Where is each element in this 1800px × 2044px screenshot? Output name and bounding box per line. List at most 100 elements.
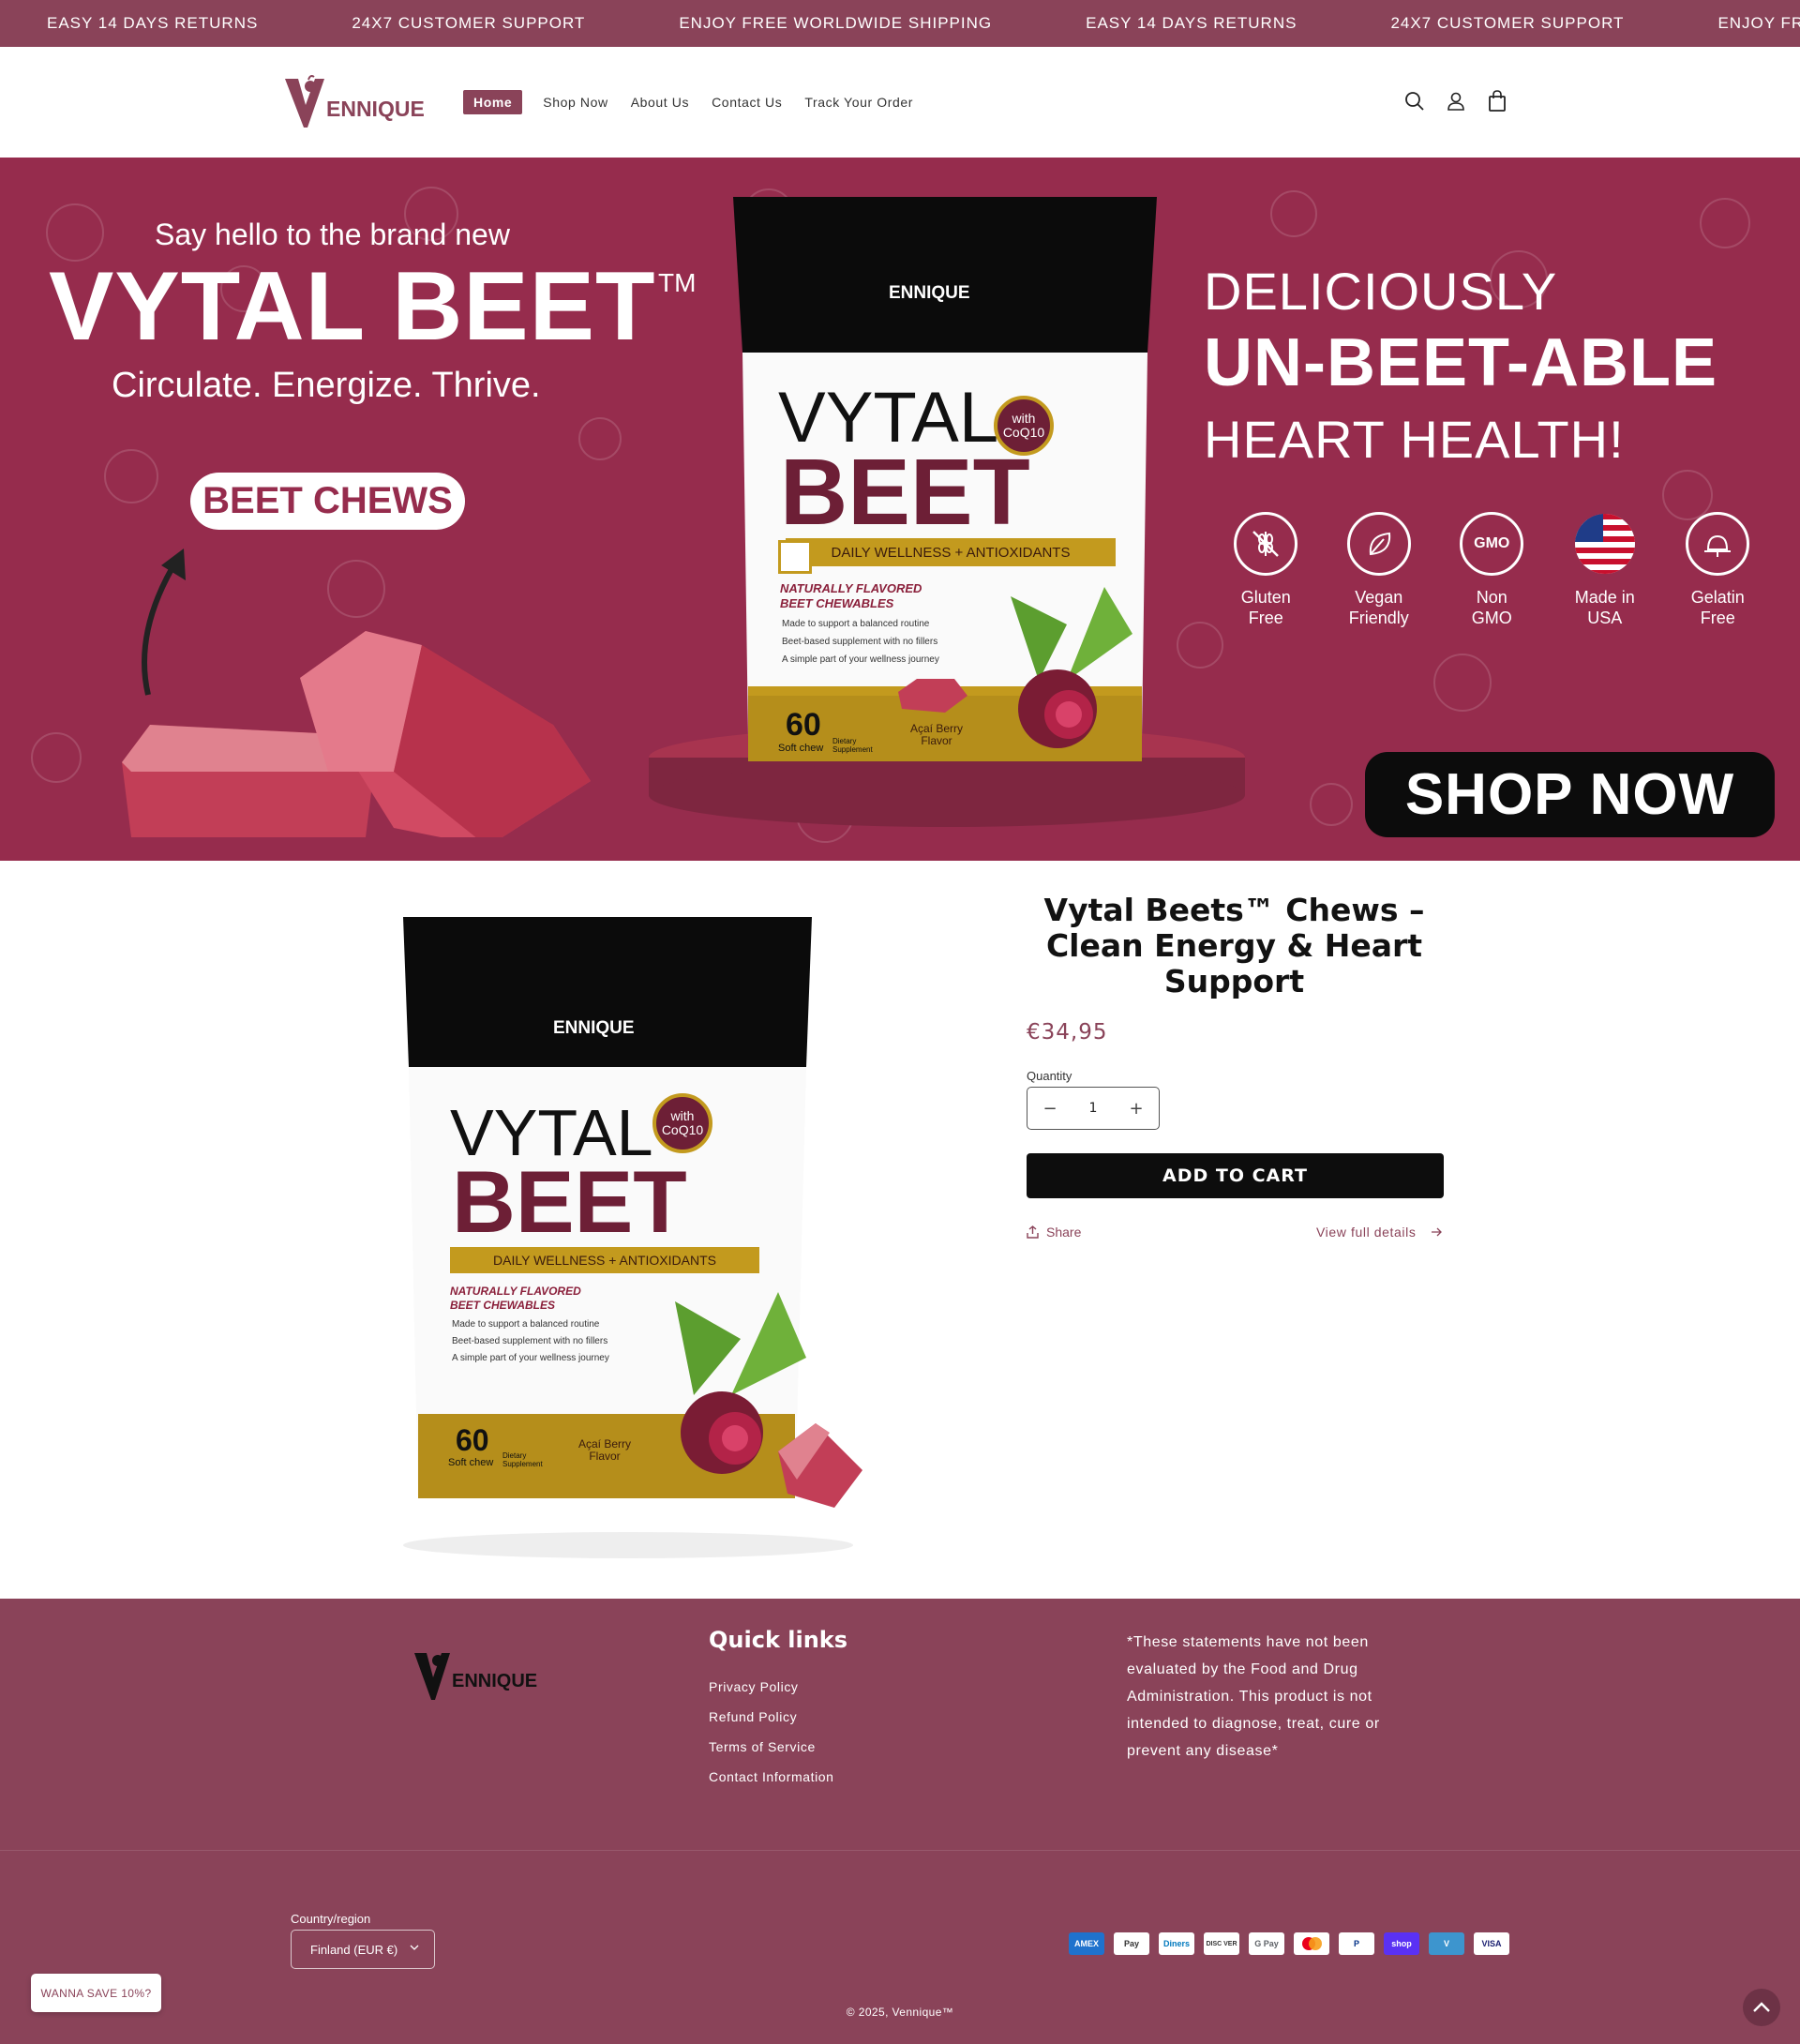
vennique-logo-icon: ENNIQUE bbox=[414, 1653, 537, 1700]
country-region-select[interactable]: Finland (EUR €) bbox=[291, 1930, 435, 1969]
beet-chews-image bbox=[122, 549, 591, 837]
chevron-down-icon bbox=[410, 1945, 419, 1950]
scroll-to-top-button[interactable] bbox=[1743, 1989, 1780, 2026]
badge-gluten-free: Gluten Free bbox=[1209, 512, 1323, 628]
announcement-message: EASY 14 DAYS RETURNS bbox=[1086, 14, 1298, 32]
badge-label: Gelatin Free bbox=[1690, 588, 1745, 627]
pouch-chewables: BEET CHEWABLES bbox=[450, 1299, 556, 1312]
quick-links-heading: Quick links bbox=[709, 1627, 848, 1653]
product-price: €34,95 bbox=[1027, 1020, 1108, 1045]
footer-link-refund-policy[interactable]: Refund Policy bbox=[709, 1709, 834, 1724]
gelatin-icon bbox=[1686, 512, 1750, 576]
pouch-bullets: Made to support a balanced routine Beet-… bbox=[782, 615, 939, 669]
announcement-message: ENJOY FREE WORLDWIDE SHIPPING bbox=[1718, 14, 1800, 32]
payment-methods: AMEX Pay Diners DISC VER G Pay MC P shop… bbox=[1069, 1932, 1509, 1955]
announcement-message: 24X7 CUSTOMER SUPPORT bbox=[1390, 14, 1625, 32]
plus-icon bbox=[778, 540, 812, 574]
hero-banner[interactable]: Say hello to the brand new VYTAL BEET TM… bbox=[0, 158, 1800, 861]
badge-made-in-usa: Made in USA bbox=[1549, 512, 1662, 628]
badge-label: Made in USA bbox=[1574, 588, 1635, 627]
badge-label: Vegan Friendly bbox=[1348, 588, 1409, 627]
share-button[interactable]: Share bbox=[1027, 1225, 1081, 1240]
wheat-icon bbox=[1234, 512, 1298, 576]
coq10-badge: with CoQ10 bbox=[652, 1093, 712, 1153]
discover-icon: DISC VER bbox=[1204, 1932, 1239, 1955]
copyright: © 2025, Vennique™ bbox=[846, 2006, 954, 2019]
svg-text:ENNIQUE: ENNIQUE bbox=[326, 97, 425, 121]
hero-headline: VYTAL BEET bbox=[49, 252, 656, 361]
add-to-cart-button[interactable]: ADD TO CART bbox=[1027, 1153, 1444, 1198]
product-image[interactable]: ENNIQUE VYTAL with CoQ10 BEET DAILY WELL… bbox=[375, 917, 881, 1564]
pouch-count-label: Soft chew bbox=[448, 1457, 494, 1468]
site-footer: ENNIQUE Quick links Privacy Policy Refun… bbox=[0, 1599, 1800, 2044]
fda-disclaimer: *These statements have not been evaluate… bbox=[1127, 1634, 1380, 1759]
account-icon[interactable] bbox=[1444, 88, 1468, 114]
nav-about-us[interactable]: About Us bbox=[622, 91, 698, 113]
hero-tagline: Circulate. Energize. Thrive. bbox=[112, 366, 541, 405]
pouch-count: 60 bbox=[786, 707, 821, 743]
view-full-details-link[interactable]: View full details bbox=[1316, 1225, 1443, 1240]
nav-track-order[interactable]: Track Your Order bbox=[795, 91, 922, 113]
footer-divider bbox=[0, 1850, 1800, 1851]
hero-line-unbeetable: UN-BEET-ABLE bbox=[1204, 325, 1718, 400]
footer-link-contact-information[interactable]: Contact Information bbox=[709, 1769, 834, 1784]
save-discount-popup-button[interactable]: WANNA SAVE 10%? bbox=[31, 1974, 161, 2012]
share-label: Share bbox=[1046, 1225, 1082, 1240]
badge-gelatin-free: Gelatin Free bbox=[1661, 512, 1775, 628]
coq10-text: CoQ10 bbox=[661, 1122, 704, 1137]
amex-icon: AMEX bbox=[1069, 1932, 1104, 1955]
coq10-with: with bbox=[670, 1108, 695, 1123]
pouch-bullet: Made to support a balanced routine bbox=[782, 619, 930, 629]
brand-logo[interactable]: ENNIQUE bbox=[283, 73, 438, 131]
announcement-message: ENJOY FREE WORLDWIDE SHIPPING bbox=[679, 14, 993, 32]
quantity-decrease-button[interactable]: − bbox=[1041, 1099, 1059, 1119]
coq10-with: with bbox=[1012, 411, 1036, 426]
footer-link-privacy-policy[interactable]: Privacy Policy bbox=[709, 1679, 834, 1694]
footer-link-terms-of-service[interactable]: Terms of Service bbox=[709, 1739, 834, 1754]
nav-shop-now[interactable]: Shop Now bbox=[533, 91, 617, 113]
view-full-label: View full details bbox=[1316, 1225, 1417, 1240]
hero-product-pouch: ENNIQUE VYTAL with CoQ10 BEET DAILY WELL… bbox=[729, 193, 1161, 774]
pouch-chewables: BEET CHEWABLES bbox=[780, 596, 894, 610]
pouch-bullet: A simple part of your wellness journey bbox=[452, 1353, 609, 1363]
nav-contact-us[interactable]: Contact Us bbox=[702, 91, 791, 113]
quantity-input[interactable]: 1 bbox=[1089, 1101, 1098, 1116]
pouch-dietary: Dietary Supplement bbox=[502, 1451, 543, 1468]
pouch-count: 60 bbox=[456, 1423, 489, 1457]
footer-logo[interactable]: ENNIQUE bbox=[414, 1647, 553, 1702]
featured-product: ENNIQUE VYTAL with CoQ10 BEET DAILY WELL… bbox=[0, 861, 1800, 1599]
pouch-bullets: Made to support a balanced routine Beet-… bbox=[452, 1316, 609, 1367]
announcement-track: EASY 14 DAYS RETURNS 24X7 CUSTOMER SUPPO… bbox=[0, 0, 1800, 47]
pouch-band: DAILY WELLNESS + ANTIOXIDANTS bbox=[786, 538, 1116, 566]
beetroot-image bbox=[675, 1292, 862, 1508]
chew-image bbox=[898, 679, 968, 713]
beet-chews-pill: BEET CHEWS bbox=[190, 473, 465, 530]
us-flag-icon bbox=[1573, 512, 1637, 576]
search-icon[interactable] bbox=[1402, 88, 1427, 114]
pouch-brand: ENNIQUE bbox=[889, 283, 970, 303]
vennique-logo-icon: ENNIQUE bbox=[285, 75, 425, 128]
coq10-text: CoQ10 bbox=[1002, 425, 1045, 440]
quantity-increase-button[interactable]: + bbox=[1127, 1099, 1146, 1119]
pouch-bullet: Made to support a balanced routine bbox=[452, 1319, 600, 1330]
quantity-label: Quantity bbox=[1027, 1069, 1072, 1083]
beetroot-image bbox=[1011, 587, 1132, 748]
google-pay-icon: G Pay bbox=[1249, 1932, 1284, 1955]
hero-intro: Say hello to the brand new bbox=[155, 218, 510, 251]
pouch-flavored: NATURALLY FLAVORED bbox=[450, 1285, 581, 1298]
feature-badges: Gluten Free Vegan Friendly GMO Non GMO M… bbox=[1209, 512, 1775, 628]
arrow-right-icon bbox=[1431, 1227, 1442, 1237]
leaf-icon bbox=[1346, 512, 1411, 576]
visa-icon: VISA bbox=[1474, 1932, 1509, 1955]
diners-club-icon: Diners bbox=[1159, 1932, 1194, 1955]
quick-links-list: Privacy Policy Refund Policy Terms of Se… bbox=[709, 1679, 834, 1799]
pouch-flavor: Açaí Berry Flavor bbox=[909, 722, 963, 747]
pouch-brand: ENNIQUE bbox=[553, 1018, 635, 1038]
venmo-icon: V bbox=[1429, 1932, 1464, 1955]
shop-now-button[interactable]: SHOP NOW bbox=[1365, 752, 1775, 837]
cart-icon[interactable] bbox=[1485, 88, 1509, 114]
nav-home[interactable]: Home bbox=[463, 90, 523, 114]
site-header: ENNIQUE Home Shop Now About Us Contact U… bbox=[0, 47, 1800, 158]
apple-pay-icon: Pay bbox=[1114, 1932, 1149, 1955]
announcement-message: EASY 14 DAYS RETURNS bbox=[47, 14, 259, 32]
